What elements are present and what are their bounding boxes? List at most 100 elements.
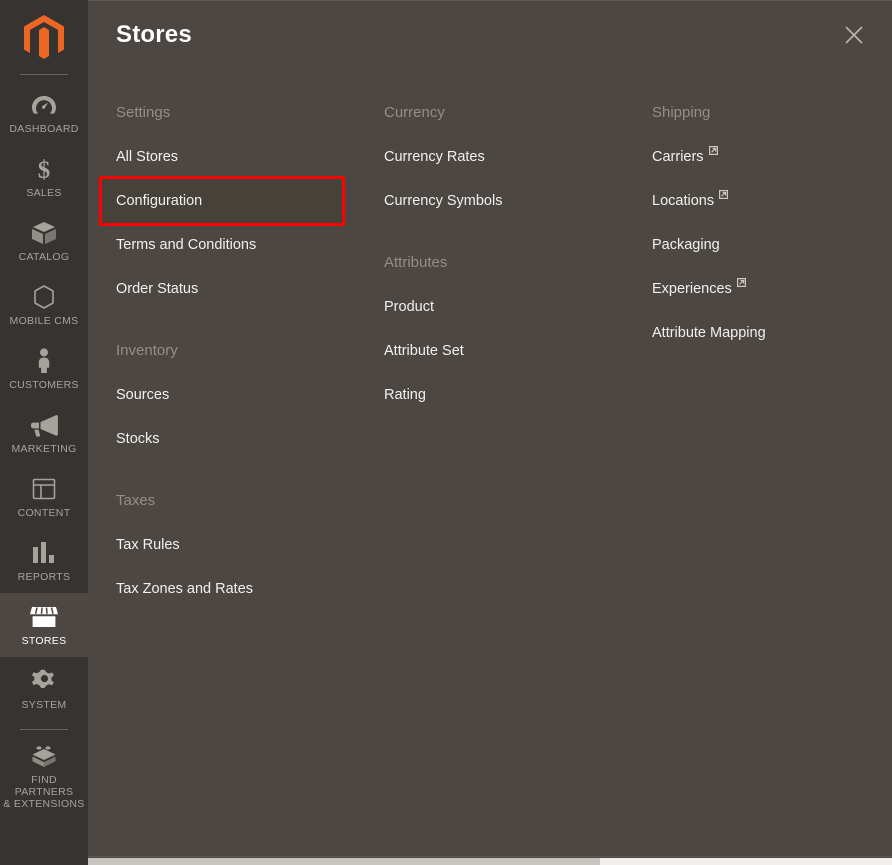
sidebar-item-label: DASHBOARD <box>9 123 79 135</box>
menu-group-inventory: Inventory Sources Stocks <box>116 311 384 461</box>
sidebar-item-mobile-cms[interactable]: MOBILE CMS <box>0 273 88 337</box>
menu-link-stocks[interactable]: Stocks <box>116 417 384 461</box>
menu-group-shipping: Shipping Carriers Locations Packaging Expe… <box>652 73 892 355</box>
sidebar-item-label: MARKETING <box>11 443 77 455</box>
hexagon-icon <box>32 284 56 310</box>
sidebar-item-label: SYSTEM <box>21 699 67 711</box>
group-title-inventory: Inventory <box>116 342 178 359</box>
sidebar-item-label: REPORTS <box>17 571 71 583</box>
gear-icon <box>31 668 57 694</box>
menu-column-3: Shipping Carriers Locations Packaging Expe… <box>652 73 892 865</box>
menu-link-label: Attribute Mapping <box>652 325 766 341</box>
menu-link-label: Experiences <box>652 281 732 297</box>
menu-group-attributes: Attributes Product Attribute Set Rating <box>384 223 652 417</box>
sidebar-item-label: FIND PARTNERS & EXTENSIONS <box>3 774 85 810</box>
menu-link-packaging[interactable]: Packaging <box>652 223 892 267</box>
magento-logo[interactable] <box>0 0 88 70</box>
panel-header: Stores <box>88 1 892 73</box>
menu-link-attribute-set[interactable]: Attribute Set <box>384 329 652 373</box>
menu-link-all-stores[interactable]: All Stores <box>116 135 384 179</box>
layout-icon <box>32 476 56 502</box>
sidebar-item-label: CONTENT <box>17 507 71 519</box>
sidebar-item-marketing[interactable]: MARKETING <box>0 401 88 465</box>
scrollbar-thumb[interactable] <box>88 858 600 865</box>
menu-link-rating[interactable]: Rating <box>384 373 652 417</box>
dashboard-gauge-icon <box>31 92 57 118</box>
menu-link-order-status[interactable]: Order Status <box>116 267 384 311</box>
menu-link-currency-symbols[interactable]: Currency Symbols <box>384 179 652 223</box>
close-icon[interactable] <box>836 17 872 53</box>
group-title-taxes: Taxes <box>116 492 156 509</box>
menu-link-label: Attribute Set <box>384 343 464 359</box>
box-icon <box>31 220 57 246</box>
sidebar-item-dashboard[interactable]: DASHBOARD <box>0 81 88 145</box>
menu-link-label: Stocks <box>116 431 160 447</box>
menu-link-label: Order Status <box>116 281 199 297</box>
horizontal-scrollbar[interactable] <box>88 856 892 865</box>
scrollbar-track[interactable] <box>600 858 892 865</box>
menu-link-label: Tax Zones and Rates <box>116 581 254 597</box>
menu-link-tax-zones-and-rates[interactable]: Tax Zones and Rates <box>116 567 384 611</box>
sidebar-item-label: STORES <box>21 635 67 647</box>
group-title-attributes: Attributes <box>384 254 448 271</box>
menu-link-locations[interactable]: Locations <box>652 179 892 223</box>
menu-group-currency: Currency Currency Rates Currency Symbols <box>384 73 652 223</box>
megaphone-icon <box>30 412 58 438</box>
external-link-icon <box>708 146 718 155</box>
menu-link-product[interactable]: Product <box>384 285 652 329</box>
lego-brick-icon <box>31 743 57 769</box>
menu-link-label: Currency Rates <box>384 149 485 165</box>
sidebar-item-content[interactable]: CONTENT <box>0 465 88 529</box>
menu-link-label: Locations <box>652 193 715 209</box>
group-title-currency: Currency <box>384 104 445 121</box>
person-icon <box>35 348 53 374</box>
storefront-icon <box>30 604 58 630</box>
menu-link-label: Product <box>384 299 434 315</box>
sidebar-item-label: CUSTOMERS <box>9 379 79 391</box>
menu-columns: Settings All Stores Configuration Terms and… <box>88 73 892 865</box>
menu-link-carriers[interactable]: Carriers <box>652 135 892 179</box>
magento-admin-stores-menu: DASHBOARD $ SALES CATALOG MOBILE CMS CUSTOMER… <box>0 0 892 865</box>
menu-group-taxes: Taxes Tax Rules Tax Zones and Rates <box>116 461 384 611</box>
menu-link-sources[interactable]: Sources <box>116 373 384 417</box>
menu-link-label: Terms and Conditions <box>116 237 257 253</box>
menu-link-label: Carriers <box>652 149 704 165</box>
bar-chart-icon <box>31 540 57 566</box>
menu-link-currency-rates[interactable]: Currency Rates <box>384 135 652 179</box>
menu-link-label: Currency Symbols <box>384 193 503 209</box>
menu-link-terms-and-conditions[interactable]: Terms and Conditions <box>116 223 384 267</box>
menu-group-settings: Settings All Stores Configuration Terms and… <box>99 73 384 311</box>
svg-text:$: $ <box>38 157 51 182</box>
sidebar-item-customers[interactable]: CUSTOMERS <box>0 337 88 401</box>
sidebar-item-label: MOBILE CMS <box>9 315 79 327</box>
group-title-settings: Settings <box>116 104 171 121</box>
menu-link-label: Rating <box>384 387 426 403</box>
sidebar-item-system[interactable]: SYSTEM <box>0 657 88 721</box>
menu-column-2: Currency Currency Rates Currency Symbols At… <box>384 73 652 865</box>
sidebar-divider-top <box>20 74 68 75</box>
sidebar-item-sales[interactable]: $ SALES <box>0 145 88 209</box>
group-title-shipping: Shipping <box>652 104 711 121</box>
sidebar-item-catalog[interactable]: CATALOG <box>0 209 88 273</box>
external-link-icon <box>736 278 746 287</box>
menu-link-experiences[interactable]: Experiences <box>652 267 892 311</box>
menu-column-1: Settings All Stores Configuration Terms and… <box>99 73 384 865</box>
sidebar-item-reports[interactable]: REPORTS <box>0 529 88 593</box>
dollar-sign-icon: $ <box>34 156 54 182</box>
menu-link-label: Packaging <box>652 237 720 253</box>
menu-link-tax-rules[interactable]: Tax Rules <box>116 523 384 567</box>
menu-link-label: Configuration <box>116 193 203 209</box>
menu-link-label: Sources <box>116 387 170 403</box>
sidebar-item-partners[interactable]: FIND PARTNERS & EXTENSIONS <box>0 732 88 820</box>
menu-link-label: Tax Rules <box>116 537 180 553</box>
sidebar-item-label: CATALOG <box>18 251 70 263</box>
menu-link-configuration[interactable]: Configuration <box>99 176 345 226</box>
sidebar-divider-bottom <box>20 729 68 730</box>
menu-link-attribute-mapping[interactable]: Attribute Mapping <box>652 311 892 355</box>
sidebar-item-stores[interactable]: STORES <box>0 593 88 657</box>
menu-link-label: All Stores <box>116 149 179 165</box>
sidebar-item-label: SALES <box>26 187 62 199</box>
stores-menu-panel: Stores Settings All Stores Configuration Te… <box>88 0 892 865</box>
admin-sidebar: DASHBOARD $ SALES CATALOG MOBILE CMS CUSTOMER… <box>0 0 88 865</box>
page-title: Stores <box>116 21 192 48</box>
